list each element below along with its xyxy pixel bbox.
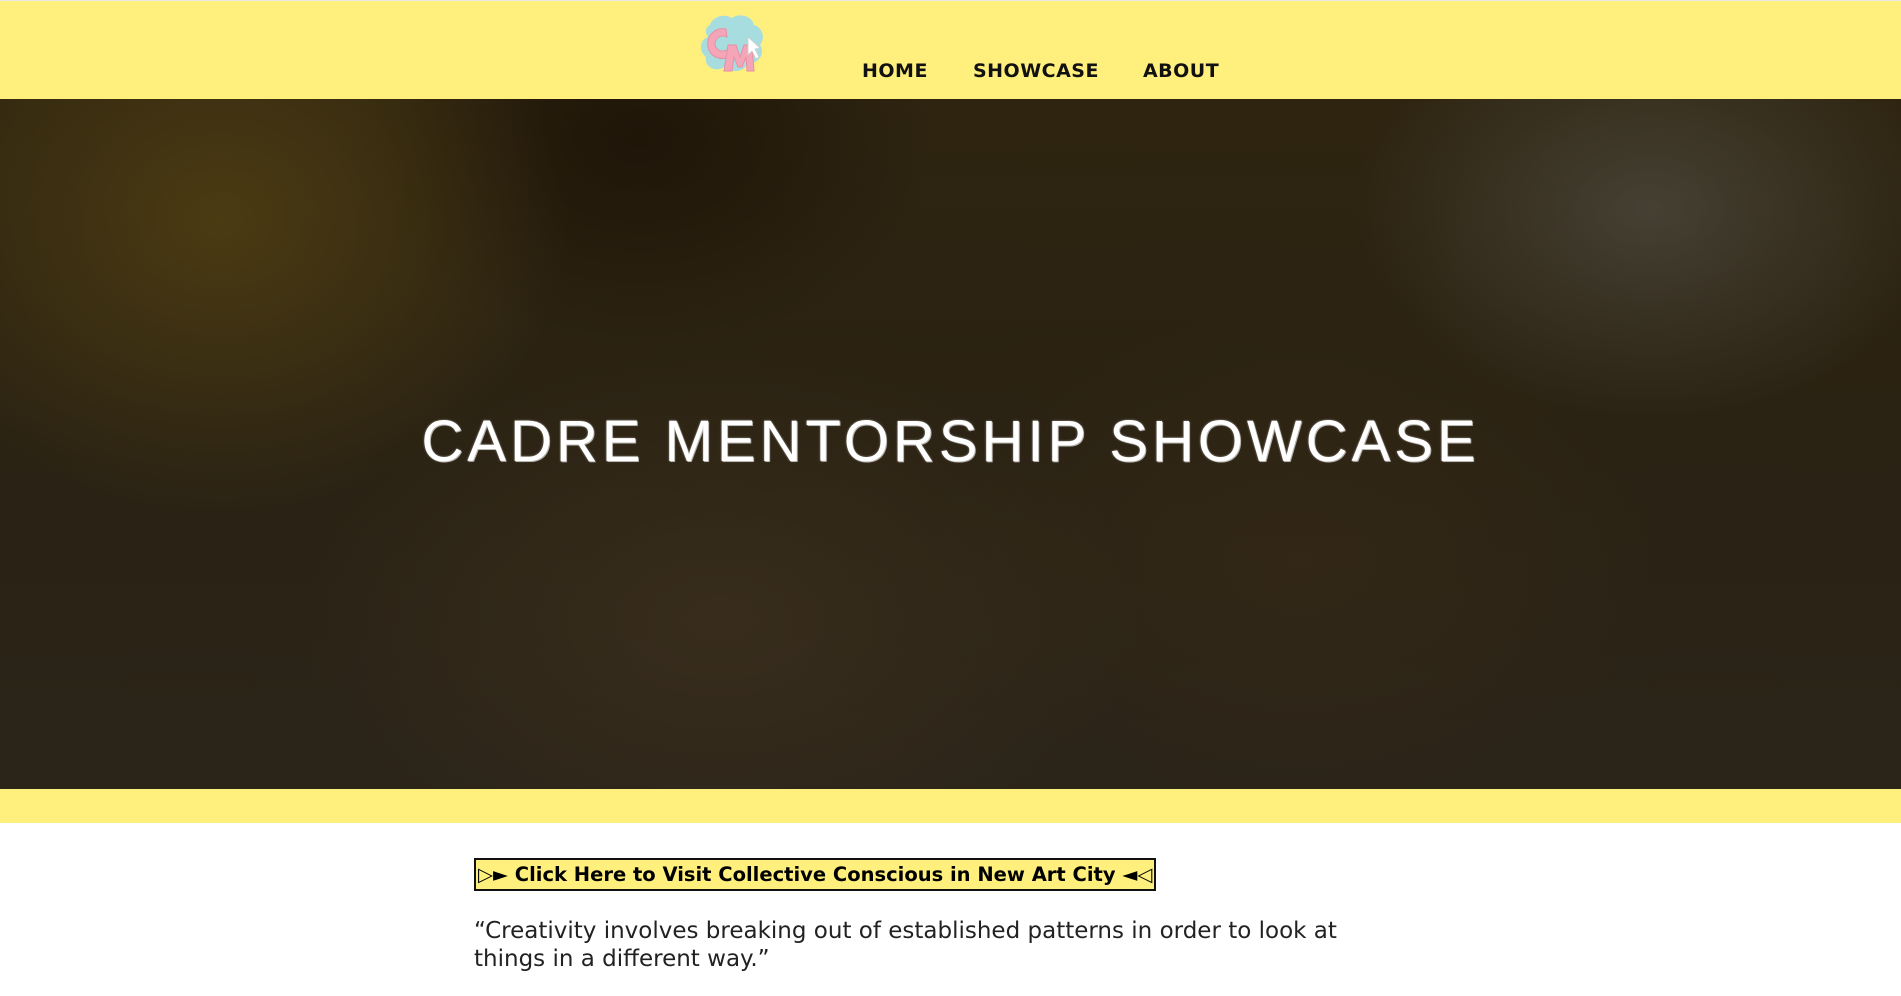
main-nav: HOME SHOWCASE ABOUT — [862, 60, 1264, 82]
hero-banner: CADRE MENTORSHIP SHOWCASE — [0, 99, 1901, 789]
hero-title-text: CADRE MENTORSHIP SHOWCASE — [421, 408, 1480, 474]
creativity-quote: “Creativity involves breaking out of est… — [474, 918, 1337, 972]
site-header: CM HOME SHOWCASE ABOUT — [0, 0, 1901, 99]
hero-title: CADRE MENTORSHIP SHOWCASE — [0, 408, 1901, 475]
visit-new-art-city-link[interactable]: ▷► Click Here to Visit Collective Consci… — [474, 858, 1157, 891]
nav-showcase-link[interactable]: SHOWCASE — [973, 60, 1099, 82]
yellow-divider-band — [0, 789, 1901, 823]
nav-about-link[interactable]: ABOUT — [1143, 60, 1219, 82]
main-content: ▷► Click Here to Visit Collective Consci… — [474, 858, 1434, 996]
cm-logo-icon[interactable]: CM — [696, 11, 768, 79]
nav-home-link[interactable]: HOME — [862, 60, 928, 82]
